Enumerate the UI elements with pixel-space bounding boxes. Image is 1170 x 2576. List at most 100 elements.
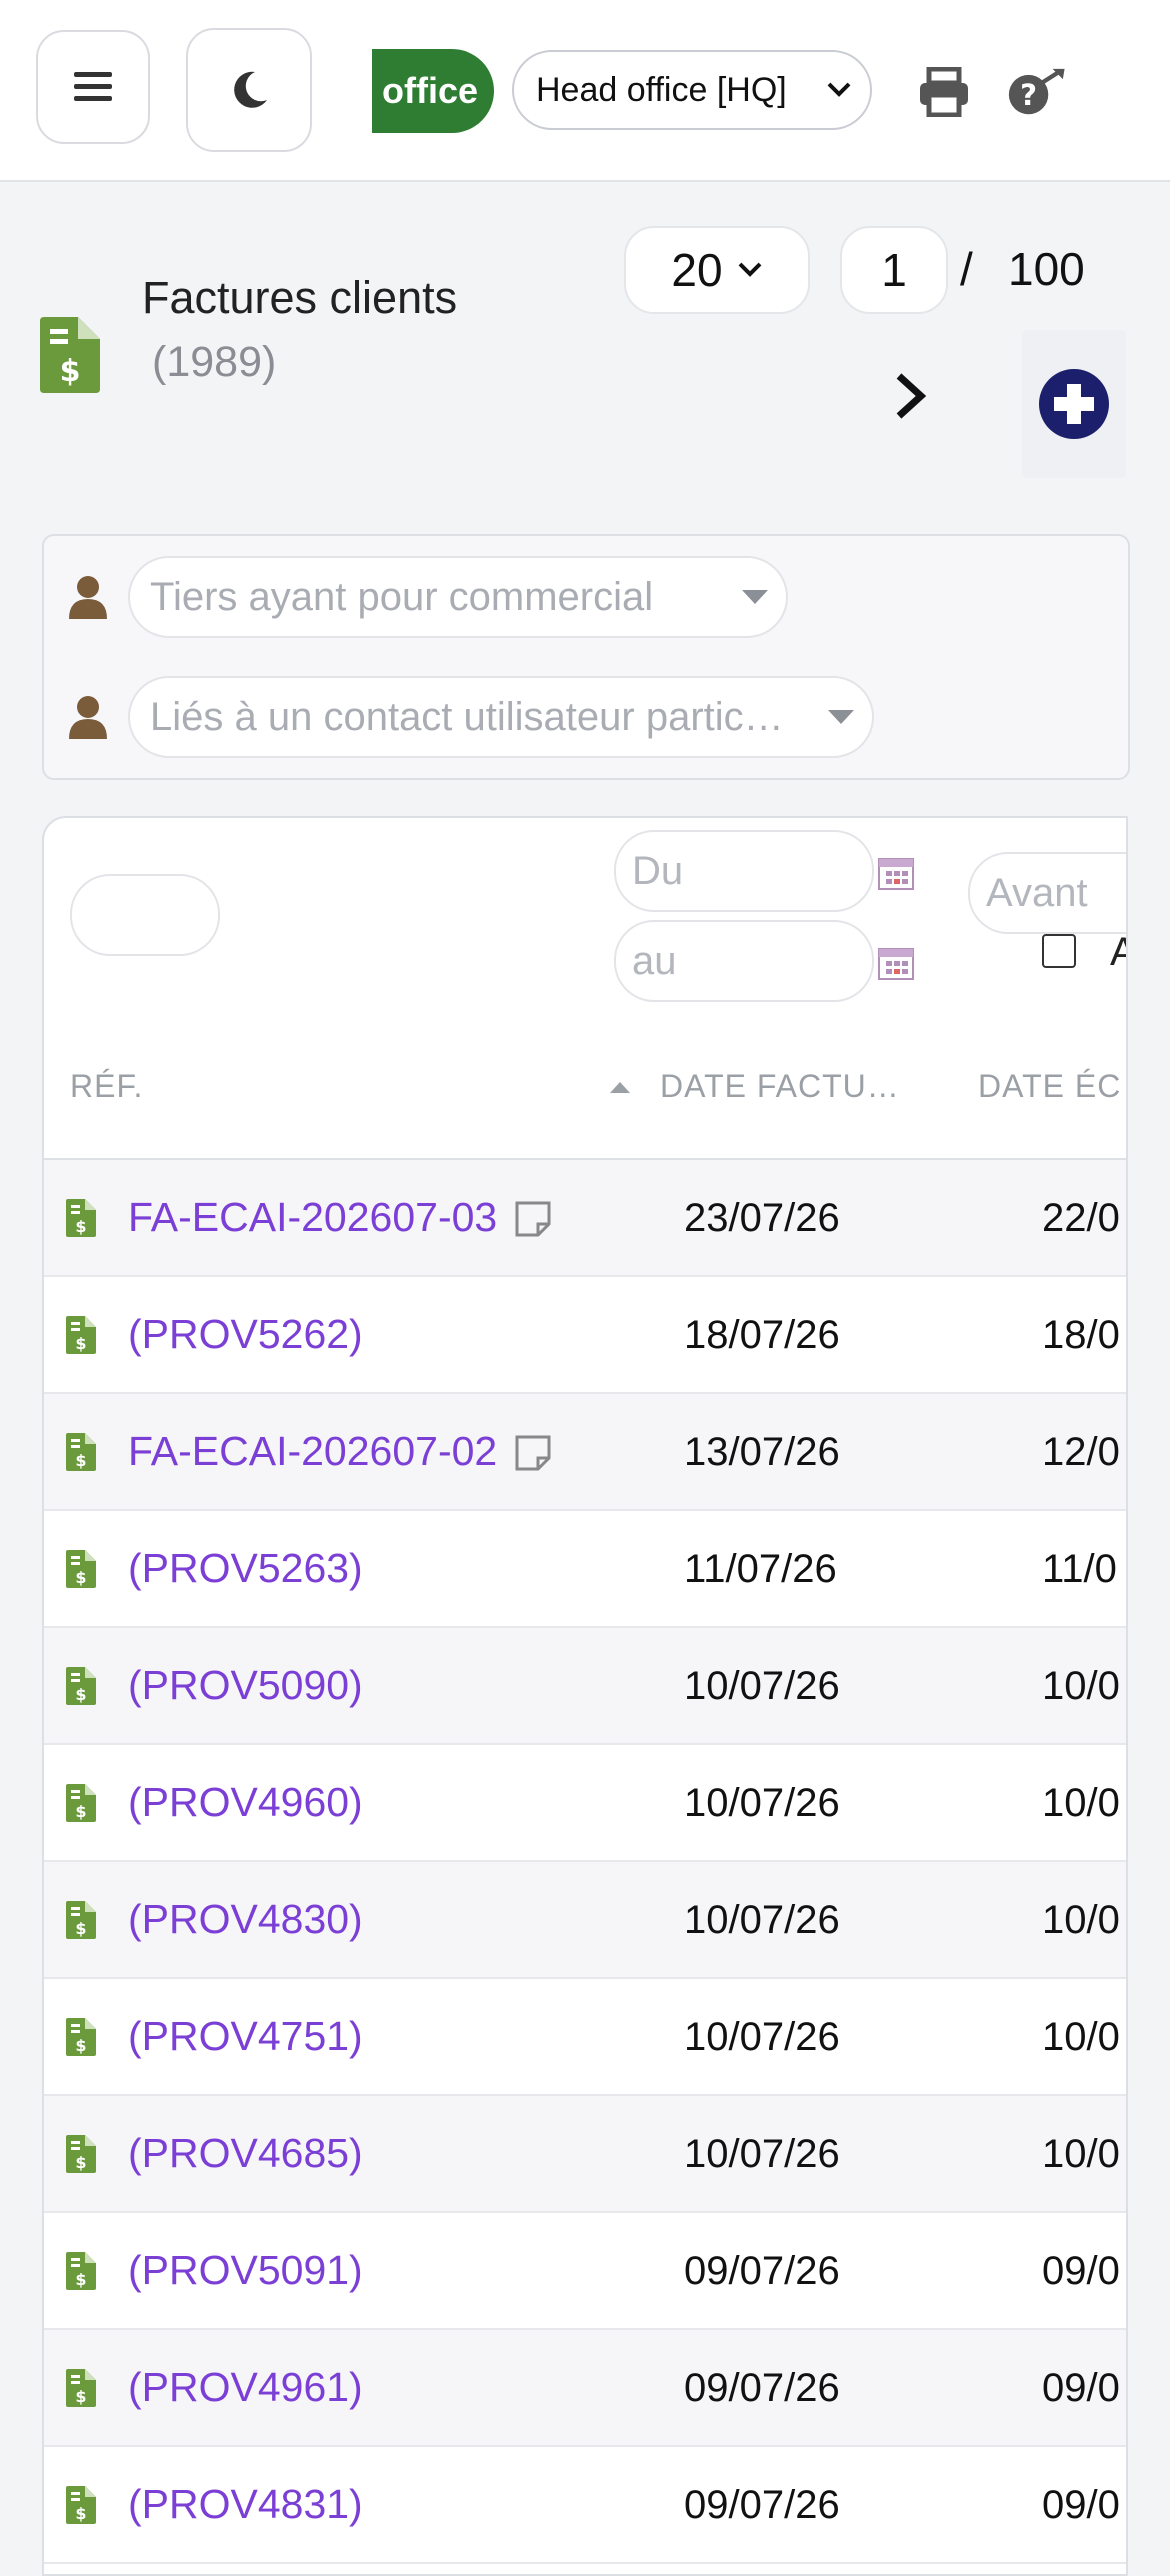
svg-text:$: $ bbox=[75, 1217, 86, 1236]
page-total: 100 bbox=[1008, 243, 1085, 295]
search-filters: Tiers ayant pour commercial Liés à un co… bbox=[42, 534, 1130, 780]
print-icon bbox=[920, 67, 968, 117]
due-date: 09/0 bbox=[1042, 2249, 1120, 2293]
invoice-ref-link[interactable]: (PROV5262) bbox=[128, 1311, 363, 1358]
invoice-ref-link[interactable]: (PROV4961) bbox=[128, 2364, 363, 2411]
calendar-icon[interactable] bbox=[878, 858, 914, 890]
table-row[interactable]: $ FA-ECAI-202607-02 13/07/26 12/0 bbox=[44, 1394, 1126, 1511]
svg-text:?: ? bbox=[1020, 78, 1037, 112]
table-row[interactable]: $ (PROV4831) 09/07/26 09/0 bbox=[44, 2447, 1126, 2564]
late-only-checkbox[interactable] bbox=[1042, 934, 1076, 968]
record-count: (1989) bbox=[152, 338, 277, 386]
calendar-icon[interactable] bbox=[878, 948, 914, 980]
invoice-ref-link[interactable]: (PROV4751) bbox=[128, 2013, 363, 2060]
invoice-icon: $ bbox=[66, 1199, 96, 1237]
page-separator: / bbox=[960, 243, 973, 295]
new-invoice-button[interactable] bbox=[1022, 330, 1126, 478]
due-date: 12/0 bbox=[1042, 1430, 1120, 1474]
contact-filter[interactable]: Liés à un contact utilisateur partic… bbox=[128, 676, 874, 758]
table-row[interactable]: $ (PROV4751) 10/07/26 10/0 bbox=[44, 1979, 1126, 2096]
invoice-icon: $ bbox=[66, 1316, 96, 1354]
invoice-ref-link[interactable]: FA-ECAI-202607-02 bbox=[128, 1428, 497, 1475]
col-header-date-invoice[interactable]: DATE FACTU… bbox=[660, 1068, 900, 1105]
dark-mode-toggle[interactable] bbox=[186, 28, 312, 152]
page-size-value: 20 bbox=[671, 244, 723, 296]
invoice-icon: $ bbox=[66, 1433, 96, 1471]
col-header-ref[interactable]: RÉF. bbox=[70, 1068, 143, 1105]
user-icon bbox=[68, 694, 108, 740]
print-button[interactable] bbox=[914, 62, 974, 122]
invoice-ref-link[interactable]: (PROV4685) bbox=[128, 2130, 363, 2177]
invoice-table: Du au Avant A RÉF. DATE FACTU… DATE ÉC $… bbox=[42, 816, 1128, 2576]
invoice-icon: $ bbox=[66, 1901, 96, 1939]
svg-text:$: $ bbox=[75, 1685, 86, 1704]
sort-asc-icon[interactable] bbox=[610, 1082, 630, 1093]
table-row[interactable]: $ (PROV5262) 18/07/26 18/0 bbox=[44, 1277, 1126, 1394]
due-date: 10/0 bbox=[1042, 1898, 1120, 1942]
contact-placeholder: Liés à un contact utilisateur partic… bbox=[150, 694, 784, 739]
due-date: 10/0 bbox=[1042, 2132, 1120, 2176]
table-row[interactable]: $ (PROV5263) 11/07/26 11/0 bbox=[44, 1511, 1126, 1628]
top-bar: office Head office [HQ] ? bbox=[0, 0, 1170, 182]
invoice-date: 09/07/26 bbox=[684, 2366, 840, 2410]
invoice-icon: $ bbox=[66, 2369, 96, 2407]
due-date: 09/0 bbox=[1042, 2366, 1120, 2410]
entity-badge[interactable]: office bbox=[372, 49, 494, 133]
svg-text:$: $ bbox=[75, 2036, 86, 2055]
invoice-date: 18/07/26 bbox=[684, 1313, 840, 1357]
page-number-input[interactable]: 1 bbox=[840, 226, 948, 314]
table-row[interactable]: $ (PROV5091) 09/07/26 09/0 bbox=[44, 2213, 1126, 2330]
svg-text:$: $ bbox=[75, 2153, 86, 2172]
invoice-date: 10/07/26 bbox=[684, 2132, 840, 2176]
date-to-input[interactable]: au bbox=[614, 920, 874, 1002]
invoice-date: 23/07/26 bbox=[684, 1196, 840, 1240]
page-size-select[interactable]: 20 bbox=[624, 226, 810, 314]
invoice-ref-link[interactable]: FA-ECAI-202607-03 bbox=[128, 1194, 497, 1241]
svg-text:$: $ bbox=[75, 1451, 86, 1470]
invoice-date: 10/07/26 bbox=[684, 1781, 840, 1825]
table-row[interactable]: $ (PROV4830) 10/07/26 10/0 bbox=[44, 1862, 1126, 1979]
invoice-ref-link[interactable]: (PROV4960) bbox=[128, 1779, 363, 1826]
table-row[interactable]: $ (PROV5090) 10/07/26 10/0 bbox=[44, 1628, 1126, 1745]
invoice-icon: $ bbox=[66, 2486, 96, 2524]
due-date: 11/0 bbox=[1042, 1547, 1117, 1591]
sales-rep-filter[interactable]: Tiers ayant pour commercial bbox=[128, 556, 788, 638]
invoice-date: 11/07/26 bbox=[684, 1547, 837, 1591]
chevron-down-icon bbox=[827, 82, 851, 97]
table-row[interactable]: $ FA-ECAI-202607-03 23/07/26 22/0 bbox=[44, 1160, 1126, 1277]
table-row[interactable]: $ (PROV4685) 10/07/26 10/0 bbox=[44, 2096, 1126, 2213]
invoice-date: 10/07/26 bbox=[684, 1898, 840, 1942]
invoice-date: 09/07/26 bbox=[684, 2249, 840, 2293]
menu-icon bbox=[74, 72, 112, 101]
invoice-date: 09/07/26 bbox=[684, 2483, 840, 2527]
table-row[interactable]: $ (PROV4961) 09/07/26 09/0 bbox=[44, 2330, 1126, 2447]
note-icon[interactable] bbox=[514, 1434, 552, 1472]
due-date: 18/0 bbox=[1042, 1313, 1120, 1357]
user-icon bbox=[68, 574, 108, 620]
ref-filter-input[interactable] bbox=[70, 874, 220, 956]
invoice-ref-link[interactable]: (PROV4831) bbox=[128, 2481, 363, 2528]
entity-select[interactable]: Head office [HQ] bbox=[512, 50, 872, 130]
invoice-ref-link[interactable]: (PROV4830) bbox=[128, 1896, 363, 1943]
invoice-ref-link[interactable]: (PROV5090) bbox=[128, 1662, 363, 1709]
svg-text:$: $ bbox=[75, 2387, 86, 2406]
chevron-down-icon bbox=[738, 262, 761, 277]
menu-button[interactable] bbox=[36, 30, 150, 144]
invoice-ref-link[interactable]: (PROV5091) bbox=[128, 2247, 363, 2294]
date-from-input[interactable]: Du bbox=[614, 830, 874, 912]
invoice-ref-link[interactable]: (PROV5263) bbox=[128, 1545, 363, 1592]
help-button[interactable]: ? bbox=[1008, 62, 1068, 122]
due-date: 09/0 bbox=[1042, 2483, 1120, 2527]
due-before-input[interactable]: Avant bbox=[968, 852, 1126, 934]
svg-text:$: $ bbox=[75, 1334, 86, 1353]
entity-select-value: Head office [HQ] bbox=[536, 70, 787, 109]
note-icon[interactable] bbox=[514, 1200, 552, 1238]
moon-icon bbox=[234, 71, 267, 108]
col-header-date-due[interactable]: DATE ÉC bbox=[978, 1068, 1121, 1105]
next-page-button[interactable] bbox=[886, 366, 936, 426]
plus-circle-icon bbox=[1039, 369, 1109, 439]
table-row[interactable]: $ (PROV4960) 10/07/26 10/0 bbox=[44, 1745, 1126, 1862]
invoice-icon: $ bbox=[40, 317, 100, 398]
invoice-date: 13/07/26 bbox=[684, 1430, 840, 1474]
dropdown-arrow-icon bbox=[742, 590, 768, 604]
